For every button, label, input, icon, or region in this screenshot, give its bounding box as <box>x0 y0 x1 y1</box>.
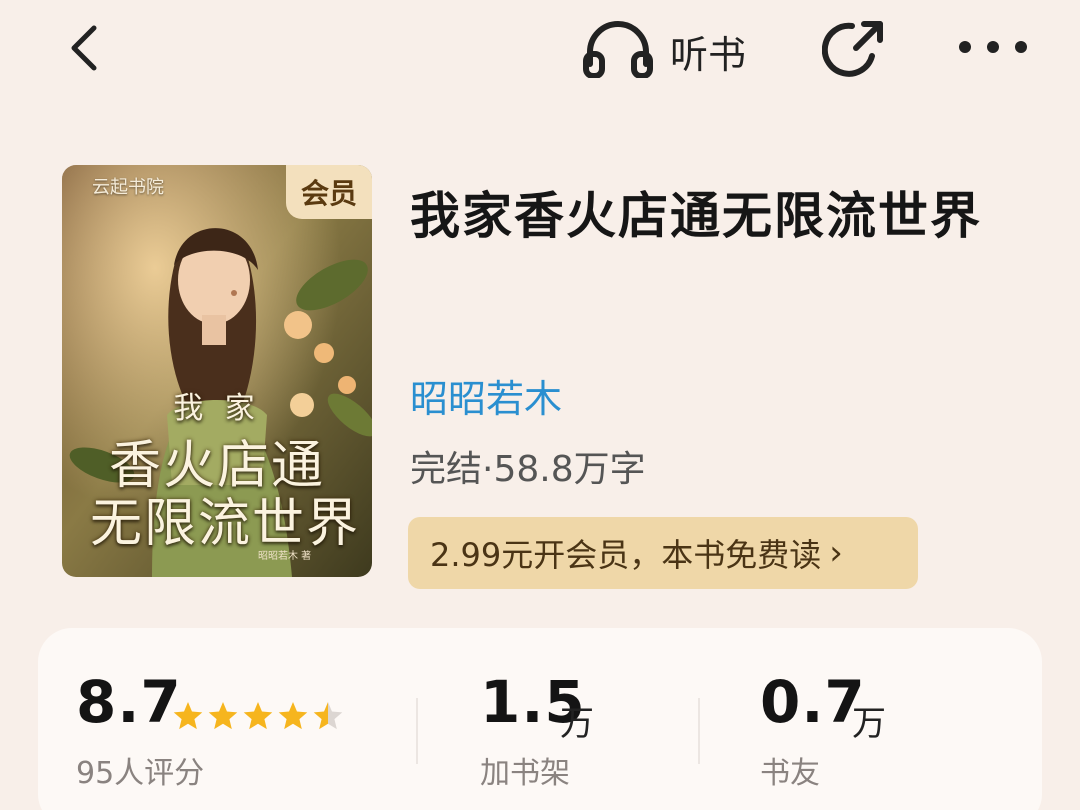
share-button[interactable] <box>821 16 888 82</box>
shelf-unit: 万 <box>560 704 594 744</box>
back-icon <box>71 25 97 71</box>
divider <box>698 698 700 764</box>
star-icon <box>243 702 273 730</box>
listen-label: 听书 <box>670 33 747 77</box>
headphones-icon <box>583 21 653 78</box>
book-title: 我家香火店通无限流世界 <box>410 187 982 245</box>
vip-offer-button[interactable]: 2.99元开会员，本书免费读 › <box>408 517 918 589</box>
author-link[interactable]: 昭昭若木 <box>410 368 562 423</box>
star-icon <box>208 702 238 730</box>
star-icon <box>313 702 343 730</box>
rating-label: 95人评分 <box>76 756 205 791</box>
star-icon <box>278 702 308 730</box>
cover-title-small: 我 家 <box>173 391 261 426</box>
share-icon <box>821 21 883 77</box>
top-bar: 听书 <box>0 0 1080 100</box>
rating-stars <box>173 702 343 730</box>
shelf-label: 加书架 <box>480 756 570 791</box>
vip-badge: 会员 <box>286 165 372 219</box>
friends-unit: 万 <box>852 704 886 744</box>
divider <box>416 698 418 764</box>
listen-button[interactable]: 听书 <box>582 20 762 78</box>
cover-title-line2: 无限流世界 <box>89 494 360 554</box>
friends-value: 0.7 <box>760 668 866 736</box>
book-cover[interactable]: 云起书院 会员 我 家 香火店通 无限流世界 昭昭若木 著 <box>62 165 372 577</box>
cover-author: 昭昭若木 著 <box>258 551 312 562</box>
more-icon <box>959 41 1027 53</box>
book-status: 完结·58.8万字 <box>410 449 646 490</box>
rating-value: 8.7 <box>76 668 182 736</box>
back-button[interactable] <box>62 18 112 78</box>
cover-publisher: 云起书院 <box>92 177 164 198</box>
star-icon <box>173 702 203 730</box>
chevron-right-icon: › <box>829 533 843 573</box>
stats-card: 8.7 95人评分 1.5 万 加书架 0.7 万 书友 <box>38 628 1042 810</box>
friends-label: 书友 <box>760 756 820 791</box>
more-button[interactable] <box>955 22 1031 72</box>
vip-offer-label: 2.99元开会员，本书免费读 <box>430 536 822 574</box>
